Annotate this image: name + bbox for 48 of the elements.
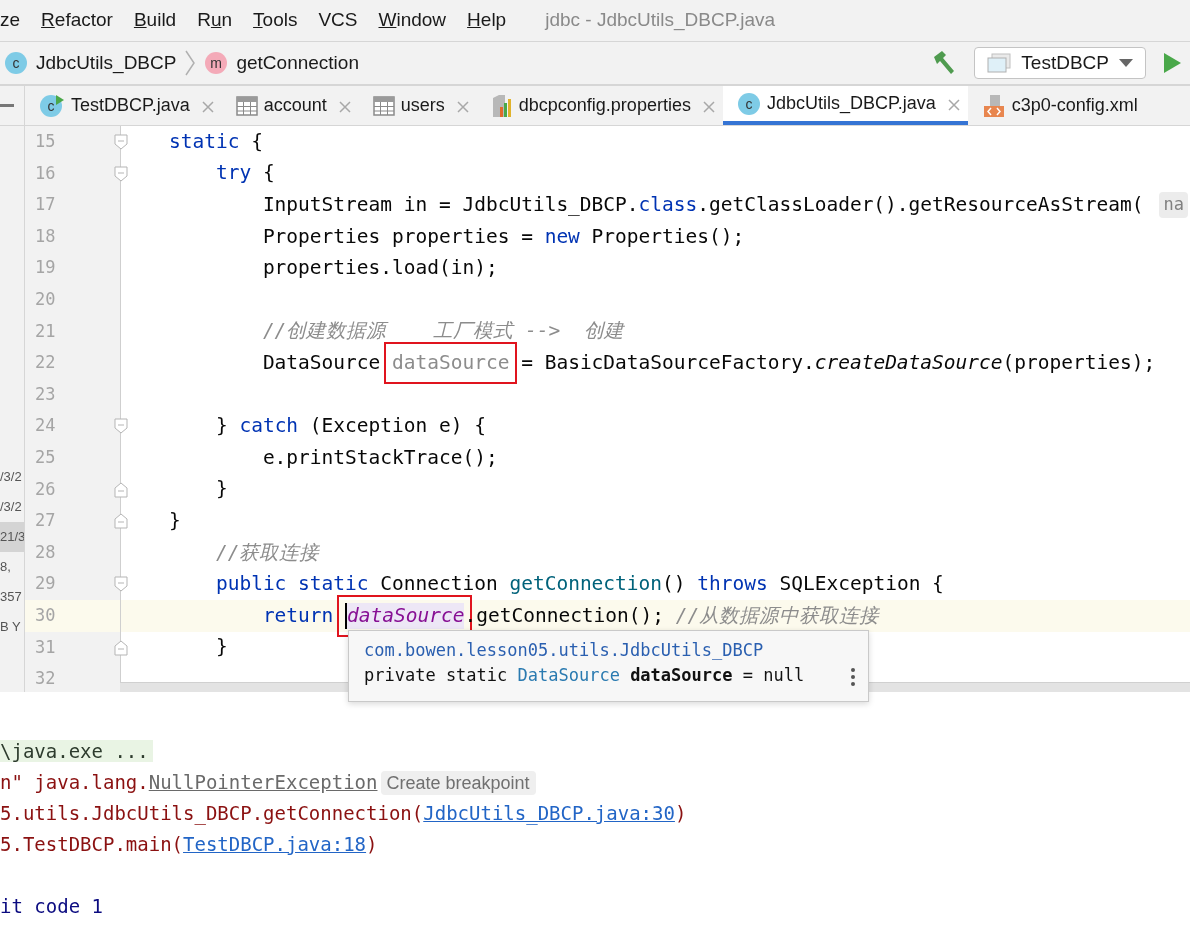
class-path-text: com.bowen.lesson05.utils.JdbcUtils_DBCP xyxy=(364,639,764,662)
line-number: 16 xyxy=(35,161,56,185)
log-fragment: 21/3 xyxy=(0,522,24,552)
line-number: 27 xyxy=(35,509,56,533)
line-number: 21 xyxy=(35,319,56,343)
code-line: } xyxy=(167,507,182,534)
log-fragment: B Y xyxy=(0,618,22,636)
code-line: e.printStackTrace(); xyxy=(261,444,499,471)
line-number: 30 xyxy=(35,603,56,627)
class-icon: c xyxy=(39,93,65,118)
log-fragment: /3/2 xyxy=(0,468,23,486)
code-line: InputStream in = JdbcUtils_DBCP.class.getClassLoader().getResourceAsStream( xyxy=(261,192,1145,218)
log-fragment: /3/2 xyxy=(0,498,23,516)
console-line: it code 1 xyxy=(0,894,103,919)
line-number: 18 xyxy=(35,224,56,248)
code-line: Properties properties = new Properties(); xyxy=(261,223,746,250)
code-line: try { xyxy=(214,160,276,187)
class-icon: c xyxy=(4,51,28,75)
code-line: public static Connection getConnection() throws SQLException { xyxy=(214,571,945,598)
line-number: 20 xyxy=(35,287,56,311)
line-number: 24 xyxy=(35,414,56,438)
signature-text: private static DataSource dataSource = null xyxy=(364,664,805,687)
method-icon: m xyxy=(204,51,229,75)
log-fragment: 8, xyxy=(0,558,12,576)
code-line: //获取连接 xyxy=(214,539,321,566)
line-number: 19 xyxy=(35,256,56,280)
line-number: 15 xyxy=(35,130,56,153)
line-number: 29 xyxy=(35,572,56,596)
line-number: 28 xyxy=(35,540,56,564)
line-number: 22 xyxy=(35,351,56,375)
line-number: 25 xyxy=(35,445,56,469)
code-line: properties.load(in); xyxy=(261,255,499,282)
line-number: 26 xyxy=(35,477,56,501)
line-number: 17 xyxy=(35,193,56,217)
line-number: 31 xyxy=(35,635,56,659)
console-line: 5.utils.JdbcUtils_DBCP.getConnection(JdbcUtils_DBCP.java:30) xyxy=(0,801,687,827)
parameter-hint: na xyxy=(1159,192,1188,218)
log-fragment: 357 xyxy=(0,588,23,606)
line-number: 32 xyxy=(35,667,56,691)
line-number: 23 xyxy=(35,382,56,406)
console-line: n" java.lang.NullPointerException xyxy=(0,770,378,795)
code-line: static { xyxy=(167,128,264,155)
console-line: 5.TestDBCP.main(TestDBCP.java:18) xyxy=(0,832,378,857)
code-line: } catch (Exception e) { xyxy=(214,413,487,440)
window-title: jdbc - JdbcUtils_DBCP.java xyxy=(545,8,776,33)
code-line: } xyxy=(214,634,229,661)
class-icon: c xyxy=(736,91,761,116)
code-line: } xyxy=(214,476,229,503)
